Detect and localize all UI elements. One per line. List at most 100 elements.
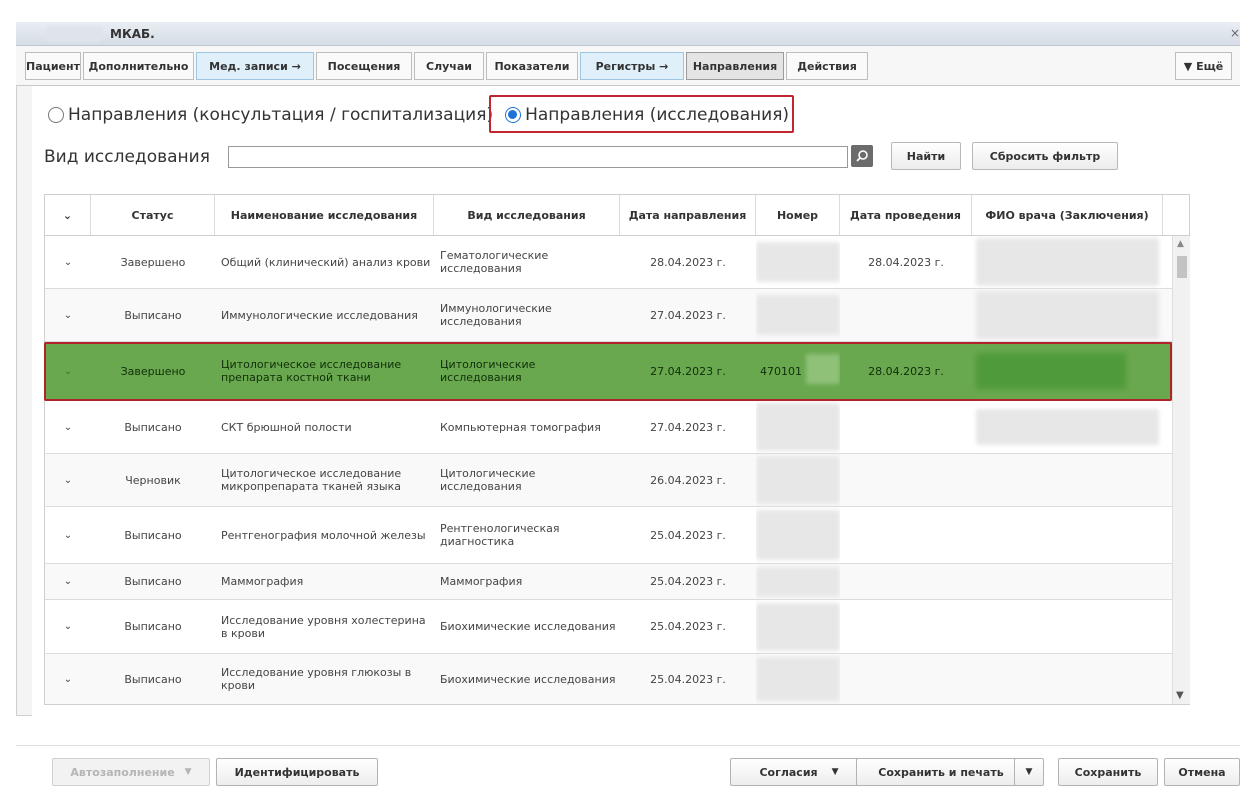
cancel-button[interactable]: Отмена	[1164, 758, 1240, 786]
tab-additional[interactable]: Дополнительно	[83, 52, 194, 80]
cell-name: Исследование уровня холестерина в крови	[221, 613, 426, 640]
chevron-down-icon: ▼	[1025, 767, 1033, 777]
save-button[interactable]: Сохранить	[1058, 758, 1158, 786]
save-print-button[interactable]: Сохранить и печать	[856, 758, 1026, 786]
col-done[interactable]: Дата проведения	[840, 195, 972, 235]
cell-name: СКТ брюшной полости	[221, 420, 352, 434]
table-row[interactable]: ⌄ Выписано Исследование уровня холестери…	[45, 600, 1189, 654]
cell-status: Выписано	[124, 620, 182, 633]
cell-name: Иммунологические исследования	[221, 308, 418, 322]
filter-input[interactable]	[228, 146, 848, 168]
cell-date: 27.04.2023 г.	[650, 420, 726, 434]
table-row[interactable]: ⌄ Выписано Рентгенография молочной желез…	[45, 507, 1189, 564]
col-expand[interactable]: ⌄	[45, 195, 91, 235]
cell-doctor	[972, 654, 1163, 704]
col-kind[interactable]: Вид исследования	[434, 195, 620, 235]
cell-name: Маммография	[221, 575, 304, 588]
col-spacer	[1163, 195, 1189, 235]
expand-chevron-icon[interactable]: ⌄	[45, 620, 91, 633]
expand-chevron-icon[interactable]: ⌄	[45, 474, 91, 487]
table-header: ⌄ Статус Наименование исследования Вид и…	[45, 195, 1189, 236]
cell-done	[840, 564, 972, 599]
search-icon	[856, 150, 868, 162]
cell-kind: Биохимические исследования	[440, 672, 616, 686]
cell-number: 470101	[760, 364, 802, 378]
cell-name: Цитологическое исследование препарата ко…	[221, 358, 402, 384]
cell-date: 25.04.2023 г.	[650, 575, 726, 588]
scroll-down-icon[interactable]: ▼	[1176, 690, 1184, 701]
cell-doctor	[972, 507, 1163, 563]
cell-kind: Маммография	[440, 575, 523, 588]
col-date[interactable]: Дата направления	[620, 195, 756, 235]
cell-kind: Цитологические исследования	[440, 467, 536, 493]
reset-filter-button[interactable]: Сбросить фильтр	[972, 142, 1118, 170]
table-row[interactable]: ⌄ Выписано СКТ брюшной полости Компьютер…	[45, 401, 1189, 454]
cell-kind: Иммунологические исследования	[440, 302, 552, 328]
expand-chevron-icon[interactable]: ⌄	[45, 309, 91, 322]
cell-status: Черновик	[125, 473, 181, 487]
tab-indicators[interactable]: Показатели	[486, 52, 578, 80]
cell-kind: Биохимические исследования	[440, 620, 616, 633]
tab-med-records[interactable]: Мед. записи →	[196, 52, 314, 80]
expand-chevron-icon[interactable]: ⌄	[45, 529, 91, 542]
table-row[interactable]: ⌄ Завершено Общий (клинический) анализ к…	[45, 236, 1189, 289]
tab-registers[interactable]: Регистры →	[580, 52, 684, 80]
tab-cases[interactable]: Случаи	[414, 52, 484, 80]
redacted-number	[756, 456, 840, 504]
cell-doctor	[972, 600, 1163, 653]
col-name[interactable]: Наименование исследования	[215, 195, 434, 235]
title-bar: МКАБ. ×	[16, 22, 1240, 46]
redacted-doctor	[976, 238, 1159, 286]
redacted-number	[756, 566, 840, 597]
tab-patient[interactable]: Пациент	[25, 52, 81, 80]
expand-chevron-icon[interactable]: ⌄	[45, 365, 91, 378]
cell-kind: Компьютерная томография	[440, 420, 601, 434]
tab-more[interactable]: ▼ Ещё	[1175, 52, 1232, 80]
radio-consultation[interactable]	[48, 107, 64, 123]
chevron-down-icon: ▼	[831, 767, 839, 777]
expand-chevron-icon[interactable]: ⌄	[45, 421, 91, 434]
table-row[interactable]: ⌄ Черновик Цитологическое исследование м…	[45, 454, 1189, 507]
find-button[interactable]: Найти	[891, 142, 961, 170]
cell-status: Выписано	[124, 420, 182, 434]
table-row[interactable]: ⌄ Выписано Исследование уровня глюкозы в…	[45, 654, 1189, 704]
identify-button[interactable]: Идентифицировать	[216, 758, 378, 786]
consents-button[interactable]: Согласия ▼	[730, 758, 868, 786]
redacted-number	[756, 242, 840, 282]
save-print-dropdown[interactable]: ▼	[1014, 758, 1044, 786]
tab-actions[interactable]: Действия	[786, 52, 868, 80]
footer-bar: Автозаполнение ▼ Идентифицировать Соглас…	[16, 745, 1240, 787]
redacted-doctor	[976, 409, 1159, 445]
expand-chevron-icon[interactable]: ⌄	[45, 575, 91, 588]
redacted-number	[756, 295, 840, 335]
scroll-up-icon[interactable]: ▲	[1177, 239, 1184, 249]
cell-kind: Гематологические исследования	[440, 249, 549, 275]
cell-status: Выписано	[124, 575, 182, 588]
scroll-thumb[interactable]	[1177, 256, 1187, 278]
table-scrollbar[interactable]: ▲ ▼	[1172, 236, 1190, 704]
cell-name: Цитологическое исследование микропрепара…	[221, 467, 402, 493]
redacted-number	[756, 657, 840, 701]
cell-name: Исследование уровня глюкозы в крови	[221, 666, 412, 692]
table-row-selected[interactable]: ⌄ Завершено Цитологическое исследование …	[45, 342, 1189, 401]
table-row[interactable]: ⌄ Выписано Маммография Маммография 25.04…	[45, 564, 1189, 600]
col-doctor[interactable]: ФИО врача (Заключения)	[972, 195, 1163, 235]
search-button[interactable]	[851, 145, 873, 167]
expand-chevron-icon[interactable]: ⌄	[45, 256, 91, 269]
cell-date: 25.04.2023 г.	[650, 672, 726, 686]
table-row[interactable]: ⌄ Выписано Иммунологические исследования…	[45, 289, 1189, 342]
cell-status: Завершено	[120, 255, 186, 269]
cell-kind: Цитологические исследования	[440, 358, 536, 384]
redacted-doctor	[976, 291, 1159, 339]
tab-referrals[interactable]: Направления	[686, 52, 784, 80]
col-number[interactable]: Номер	[756, 195, 840, 235]
autofill-button: Автозаполнение ▼	[52, 758, 210, 786]
col-status[interactable]: Статус	[91, 195, 215, 235]
expand-chevron-icon[interactable]: ⌄	[45, 673, 91, 686]
tab-visits[interactable]: Посещения	[316, 52, 412, 80]
cell-date: 25.04.2023 г.	[650, 528, 726, 542]
radio-highlight-frame	[489, 95, 794, 133]
autofill-label: Автозаполнение	[70, 765, 175, 779]
radio-consultation-label[interactable]: Направления (консультация / госпитализац…	[68, 105, 493, 125]
close-icon[interactable]: ×	[1230, 26, 1240, 40]
